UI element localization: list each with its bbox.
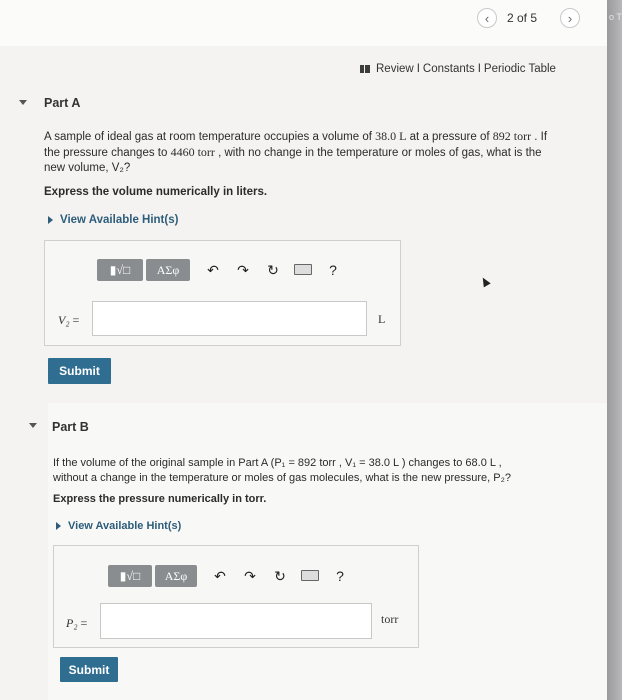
chevron-left-icon[interactable]: ‹ (477, 8, 497, 28)
part-a-hint-link[interactable]: View Available Hint(s) (48, 214, 178, 226)
part-b-math-toolbar: ▮√□ ΑΣφ ↶ ↷ ↻ ? (108, 565, 355, 587)
part-b-question: If the volume of the original sample in … (53, 457, 511, 484)
part-a-answer-input[interactable] (92, 301, 367, 336)
collapse-icon[interactable] (29, 423, 37, 428)
resource-links: Review I Constants I Periodic Table (360, 63, 556, 75)
undo-icon[interactable]: ↶ (198, 262, 228, 279)
mouse-cursor (479, 275, 491, 288)
help-button[interactable]: ? (325, 568, 355, 584)
reset-icon[interactable]: ↻ (258, 262, 288, 279)
template-button[interactable]: ▮√□ (108, 565, 152, 587)
part-b-instruction: Express the pressure numerically in torr… (53, 493, 267, 505)
greek-symbols-button[interactable]: ΑΣφ (146, 259, 190, 281)
right-edge: o T (607, 0, 622, 700)
greek-symbols-button[interactable]: ΑΣφ (155, 565, 197, 587)
part-b-variable-label: P₂ = (66, 616, 88, 630)
part-a-unit: L (378, 312, 386, 326)
part-b-hint-link[interactable]: View Available Hint(s) (56, 520, 181, 532)
review-link[interactable]: Review (376, 63, 414, 75)
redo-icon[interactable]: ↷ (228, 262, 258, 279)
collapse-icon[interactable] (19, 100, 27, 105)
template-button[interactable]: ▮√□ (97, 259, 143, 281)
edge-text: o T (609, 12, 622, 22)
expand-icon (56, 522, 61, 530)
part-a-submit-button[interactable]: Submit (48, 358, 111, 384)
keyboard-icon[interactable] (295, 568, 325, 584)
part-a-title: Part A (44, 96, 81, 110)
part-b-unit: torr (381, 612, 399, 626)
part-a-variable-label: V₂ = (58, 313, 80, 327)
link-separator: I (416, 63, 420, 75)
part-a-instruction: Express the volume numerically in liters… (44, 186, 268, 198)
pager-label: 2 of 5 (507, 11, 538, 25)
redo-icon[interactable]: ↷ (235, 568, 265, 585)
expand-icon (48, 216, 53, 224)
part-b-submit-button[interactable]: Submit (60, 657, 118, 682)
reset-icon[interactable]: ↻ (265, 568, 295, 585)
part-a-math-toolbar: ▮√□ ΑΣφ ↶ ↷ ↻ ? (97, 259, 348, 281)
keyboard-icon[interactable] (288, 262, 318, 278)
link-separator: I (477, 63, 481, 75)
part-b-answer-input[interactable] (100, 603, 372, 639)
periodic-table-link[interactable]: Periodic Table (484, 63, 556, 75)
part-a-question: A sample of ideal gas at room temperatur… (44, 129, 548, 174)
book-icon (360, 65, 370, 73)
chevron-right-icon[interactable]: › (560, 8, 580, 28)
constants-link[interactable]: Constants (423, 63, 475, 75)
part-b-title: Part B (52, 420, 89, 434)
undo-icon[interactable]: ↶ (205, 568, 235, 585)
help-button[interactable]: ? (318, 262, 348, 278)
